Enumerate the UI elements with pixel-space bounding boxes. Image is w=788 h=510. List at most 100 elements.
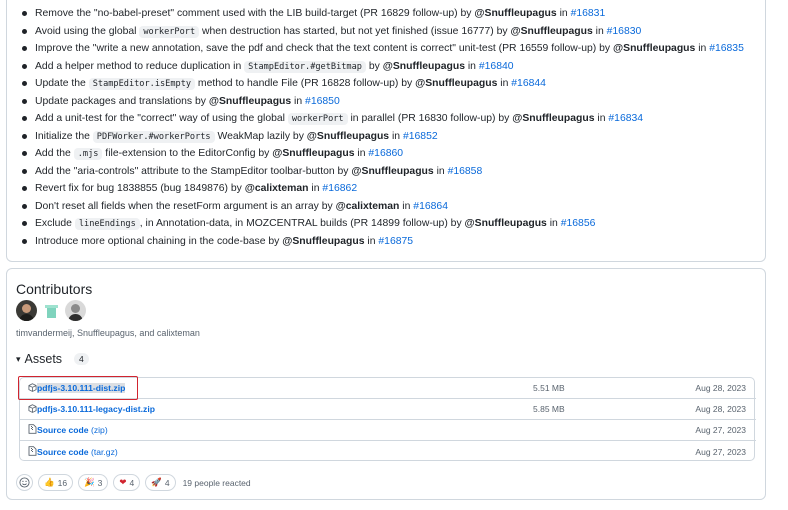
pull-request-link[interactable]: #16852 [403,131,438,142]
pull-request-link[interactable]: #16850 [305,96,340,107]
pull-request-link[interactable]: #16862 [322,183,357,194]
changelog-text: Remove the "no-babel-preset" comment use… [35,8,475,19]
asset-size: 5.85 MB [533,404,565,414]
heart-reaction-button[interactable]: ❤ 4 [113,474,141,491]
changelog-text: file-extension to the EditorConfig by [102,148,273,159]
user-mention-link[interactable]: @Snuffleupagus [307,131,389,142]
user-mention-link[interactable]: @Snuffleupagus [383,61,465,72]
pull-request-link[interactable]: #16830 [607,26,642,37]
asset-format: (zip) [90,425,108,435]
user-mention-link[interactable]: @Snuffleupagus [272,148,354,159]
asset-download-link[interactable]: Source code (zip) [37,425,108,435]
rocket-reaction-button[interactable]: 🚀 4 [145,474,176,491]
changelog-text: Add a helper method to reduce duplicatio… [35,60,245,72]
asset-row: Source code (zip) Aug 27, 2023 [20,420,756,441]
changelog-text: Improve the "write a new annotation, sav… [35,43,614,54]
file-zip-icon [28,445,37,458]
avatar-timvandermeij[interactable] [16,300,37,321]
asset-download-link[interactable]: pdfjs-3.10.111-legacy-dist.zip [37,404,155,414]
user-mention-link[interactable]: @Snuffleupagus [465,218,547,229]
asset-name: pdfjs-3.10.111-legacy-dist.zip [37,404,155,414]
inline-code: StampEditor.#getBitmap [244,60,366,73]
user-mention-link[interactable]: @Snuffleupagus [351,166,433,177]
reaction-count: 3 [97,477,103,488]
asset-date: Aug 28, 2023 [695,404,746,414]
user-mention-link[interactable]: @Snuffleupagus [415,78,497,89]
pull-request-link[interactable]: #16831 [571,8,606,19]
pull-request-link[interactable]: #16875 [378,236,413,247]
changelog-item: Initialize the PDFWorker.#workerPorts We… [22,129,744,147]
changelog-text: in [433,165,448,177]
pull-request-link[interactable]: #16834 [608,113,643,124]
changelog-text: Add a unit-test for the "correct" way of… [35,113,288,124]
asset-row: Source code (tar.gz) Aug 27, 2023 [20,441,756,462]
user-mention-link[interactable]: @Snuffleupagus [209,96,291,107]
assets-toggle[interactable]: ▾ Assets 4 [16,352,89,366]
changelog-text: in [399,200,414,212]
asset-download-link[interactable]: Source code (tar.gz) [37,447,118,457]
changelog-text: Add the [35,148,74,159]
changelog-text: Update the [35,78,89,89]
inline-code: .mjs [73,148,103,160]
reaction-count: 4 [129,477,135,488]
changelog-text: in [291,95,306,107]
avatar-calixteman[interactable] [65,300,86,321]
inline-code: StampEditor.isEmpty [88,78,196,90]
changelog-text: in [592,25,607,37]
changelog-text: Avoid using the global [35,25,140,37]
package-icon [28,403,37,415]
reaction-count: 16 [57,477,68,488]
pull-request-link[interactable]: #16860 [368,148,403,159]
user-mention-link[interactable]: @Snuffleupagus [512,113,594,124]
pull-request-link[interactable]: #16835 [709,43,744,54]
thumbs-up-icon: 👍 [44,477,55,488]
contributors-names: timvandermeij, Snuffleupagus, and calixt… [16,328,200,338]
asset-size: 5.51 MB [533,383,565,393]
changelog-text: Exclude [35,218,75,229]
asset-row: pdfjs-3.10.111-legacy-dist.zip 5.85 MB Aug… [20,399,756,420]
avatar-snuffleupagus[interactable] [41,300,62,321]
changelog-item: Revert fix for bug 1838855 (bug 1849876)… [22,181,744,199]
selection-highlight [18,376,138,400]
pull-request-link[interactable]: #16864 [413,201,448,212]
add-reaction-button[interactable] [16,474,33,491]
changelog-item: Improve the "write a new annotation, sav… [22,41,744,59]
heart-icon: ❤ [119,477,127,488]
changelog-item: Exclude lineEndings, in Annotation-data,… [22,216,744,234]
changelog-text: in [389,130,403,142]
user-mention-link[interactable]: @Snuffleupagus [510,26,592,37]
user-mention-link[interactable]: @calixteman [336,201,400,212]
thumbs-up-reaction-button[interactable]: 👍 16 [38,474,74,491]
changelog-text: WeakMap lazily by [214,130,307,142]
changelog-item: Update the StampEditor.isEmpty method to… [22,76,744,94]
changelog-text: in [695,43,710,54]
reactions-bar: 👍 16 🎉 3 ❤ 4 🚀 4 19 people reacted [16,474,251,491]
pull-request-link[interactable]: #16840 [479,61,514,72]
asset-format: (tar.gz) [90,446,118,457]
hooray-reaction-button[interactable]: 🎉 3 [78,474,109,491]
pull-request-link[interactable]: #16844 [511,78,546,89]
changelog-text: Add the "aria-controls" attribute to the… [35,165,352,177]
changelog-item: Add the .mjs file-extension to the Edito… [22,146,744,164]
changelog-text: in parallel (PR 16830 follow-up) by [347,113,513,124]
changelog-text: in [497,78,512,89]
changelog-text: in [354,148,369,159]
rocket-icon: 🚀 [151,477,162,488]
smiley-icon [19,477,30,488]
changelog-item: Update packages and translations by @Snu… [22,94,744,112]
pull-request-link[interactable]: #16858 [448,166,483,177]
pull-request-link[interactable]: #16856 [561,218,596,229]
changelog-text: Update packages and translations by [35,95,209,107]
asset-date: Aug 28, 2023 [695,383,746,393]
user-mention-link[interactable]: @Snuffleupagus [474,8,556,19]
changelog-text: Revert fix for bug 1838855 (bug 1849876)… [35,183,245,194]
changelog-item: Avoid using the global workerPort when d… [22,24,744,42]
changelog-text: , in Annotation-data, in MOZCENTRAL buil… [139,218,465,229]
reactions-summary: 19 people reacted [182,477,251,488]
user-mention-link[interactable]: @Snuffleupagus [282,236,364,247]
user-mention-link[interactable]: @Snuffleupagus [613,43,695,54]
hooray-icon: 🎉 [84,477,95,488]
user-mention-link[interactable]: @calixteman [245,183,309,194]
asset-date: Aug 27, 2023 [695,446,746,457]
assets-heading: Assets [24,352,63,366]
